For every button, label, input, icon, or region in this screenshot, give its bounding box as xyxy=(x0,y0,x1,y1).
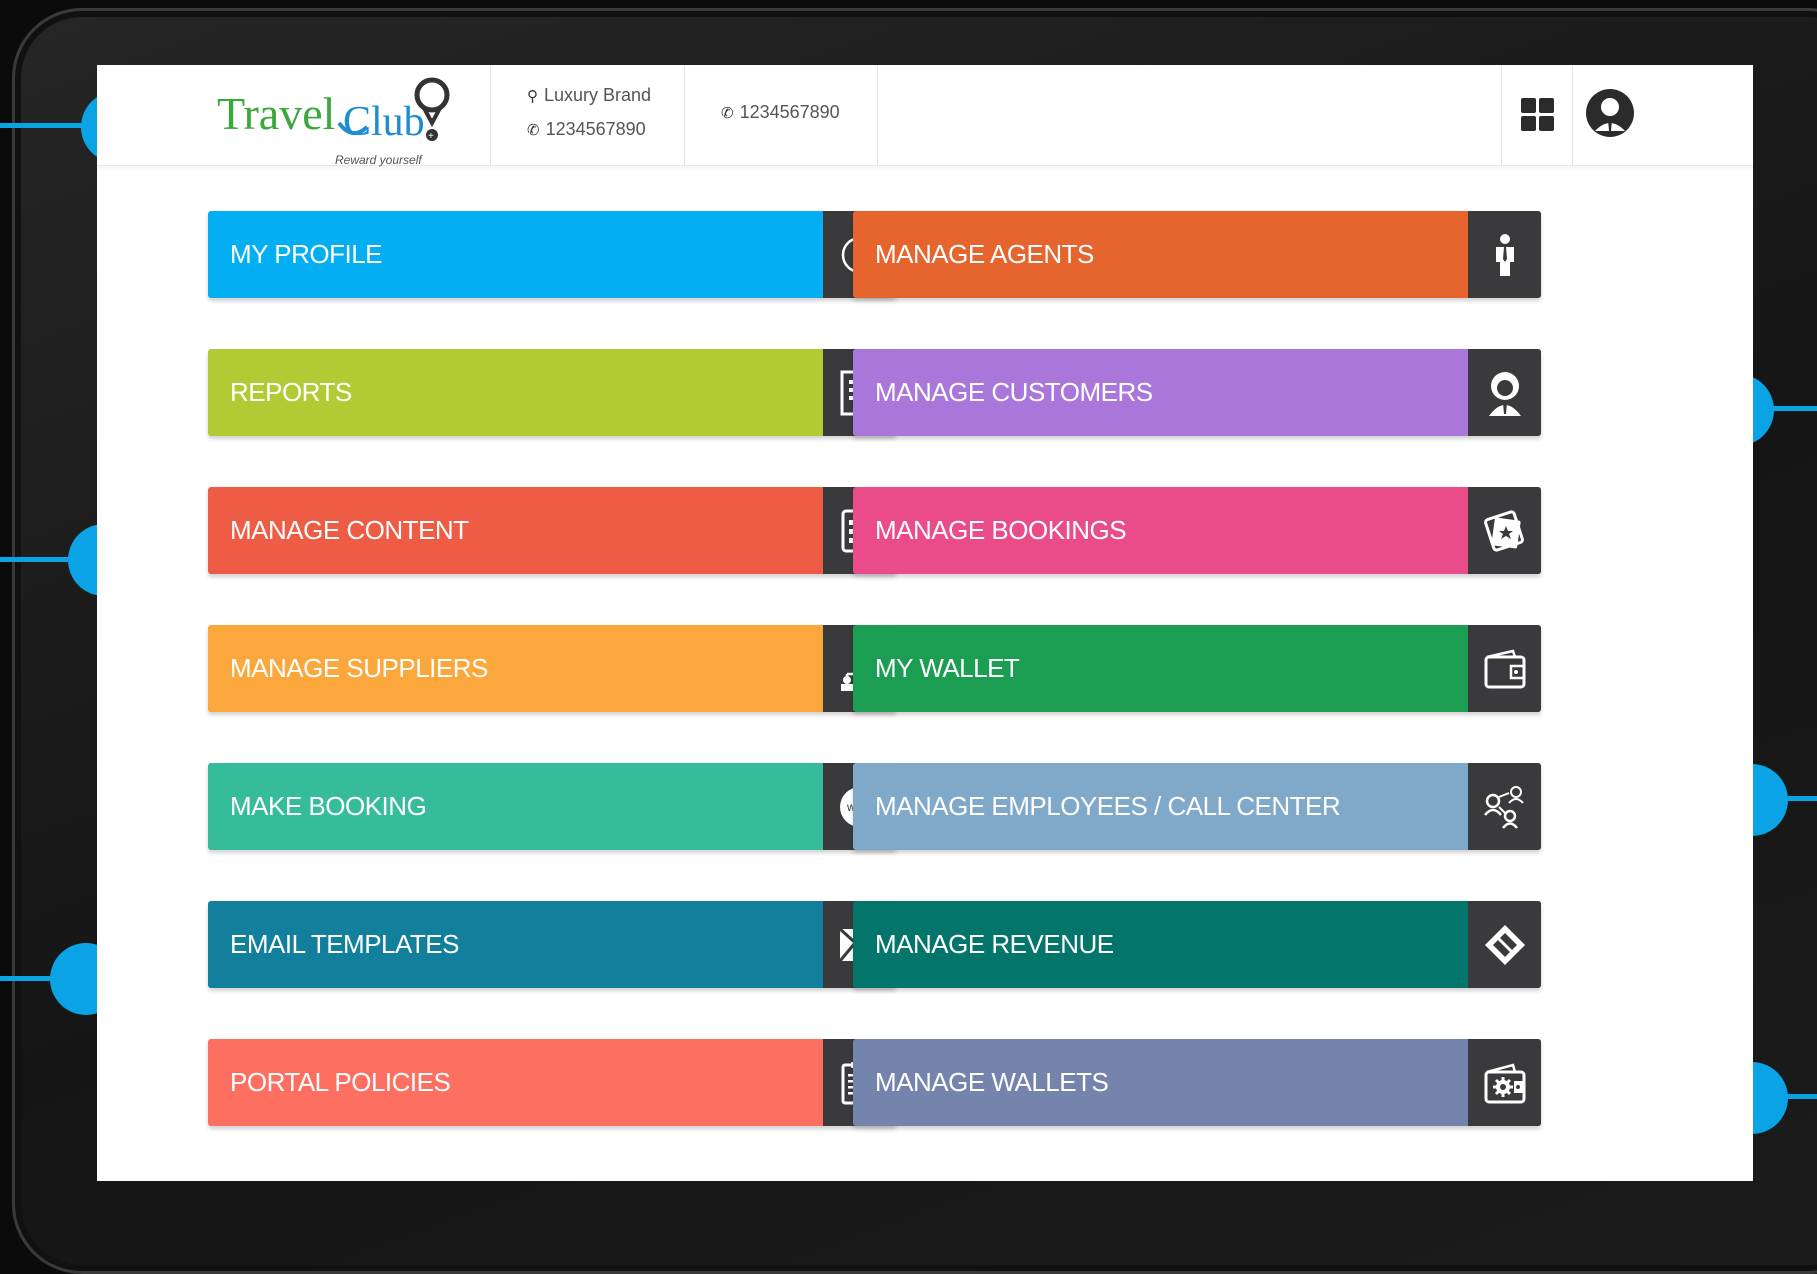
tile-reports[interactable]: REPORTS xyxy=(208,349,896,436)
tile-my-profile[interactable]: MY PROFILE xyxy=(208,211,896,298)
callout-line xyxy=(0,123,90,128)
divider xyxy=(490,65,491,165)
employees-network-icon xyxy=(1468,763,1541,850)
wallet-settings-icon xyxy=(1468,1039,1541,1126)
brand-tagline: Reward yourself xyxy=(335,153,422,167)
tile-label: REPORTS xyxy=(230,377,352,407)
logo-graphic: Travel Club + xyxy=(217,77,450,145)
tile-label: PORTAL POLICIES xyxy=(230,1067,451,1097)
tile-manage-wallets[interactable]: MANAGE WALLETS xyxy=(853,1039,1541,1126)
callout-line xyxy=(0,557,75,562)
grid-menu-icon[interactable] xyxy=(1521,98,1555,137)
support-phone: ✆ 1234567890 xyxy=(721,102,840,122)
tile-label: EMAIL TEMPLATES xyxy=(230,929,459,959)
wallet-icon xyxy=(1468,625,1541,712)
user-avatar-icon[interactable] xyxy=(1585,85,1635,146)
tile-label: MAKE BOOKING xyxy=(230,791,427,821)
tile-label: MY PROFILE xyxy=(230,239,383,269)
svg-text:Club: Club xyxy=(343,99,425,145)
tile-manage-bookings[interactable]: MANAGE BOOKINGS xyxy=(853,487,1541,574)
top-header: Travel Club + Reward yourself ⚲ Luxury Br… xyxy=(97,65,1753,167)
tile-label: MANAGE CUSTOMERS xyxy=(875,377,1153,407)
divider xyxy=(1572,65,1573,165)
divider xyxy=(1501,65,1502,165)
bookings-icon xyxy=(1468,487,1541,574)
ticket-icon xyxy=(1468,901,1541,988)
tile-label: MANAGE WALLETS xyxy=(875,1067,1109,1097)
tile-make-booking[interactable]: MAKE BOOKINGwww xyxy=(208,763,896,850)
app-screen: Travel Club + Reward yourself ⚲ Luxury Br… xyxy=(97,65,1753,1181)
brand-logo[interactable]: Travel Club + Reward yourself xyxy=(217,75,467,167)
tile-email-templates[interactable]: EMAIL TEMPLATES xyxy=(208,901,896,988)
tile-manage-content[interactable]: MANAGE CONTENT xyxy=(208,487,896,574)
tile-manage-employees-call-center[interactable]: MANAGE EMPLOYEES / CALL CENTER xyxy=(853,763,1541,850)
tile-manage-agents[interactable]: MANAGE AGENTS xyxy=(853,211,1541,298)
svg-text:Travel: Travel xyxy=(217,88,335,139)
phone-icon: ✆ xyxy=(527,122,540,139)
tile-my-wallet[interactable]: MY WALLET xyxy=(853,625,1541,712)
tile-label: MANAGE BOOKINGS xyxy=(875,515,1127,545)
tile-label: MY WALLET xyxy=(875,653,1020,683)
svg-text:+: + xyxy=(428,131,434,142)
phone-icon: ✆ xyxy=(721,105,734,122)
map-marker-icon: ⚲ xyxy=(527,88,538,105)
tile-label: MANAGE CONTENT xyxy=(230,515,469,545)
tile-label: MANAGE AGENTS xyxy=(875,239,1094,269)
agent-icon xyxy=(1468,211,1541,298)
tile-label: MANAGE REVENUE xyxy=(875,929,1114,959)
tile-label: MANAGE SUPPLIERS xyxy=(230,653,488,683)
tile-portal-policies[interactable]: PORTAL POLICIES xyxy=(208,1039,896,1126)
customer-icon xyxy=(1468,349,1541,436)
divider xyxy=(877,65,878,165)
divider xyxy=(684,65,685,165)
tile-manage-suppliers[interactable]: MANAGE SUPPLIERS xyxy=(208,625,896,712)
brand-label: ⚲ Luxury Brand xyxy=(527,85,652,105)
tile-label: MANAGE EMPLOYEES / CALL CENTER xyxy=(875,791,1341,821)
brand-phone: ✆ 1234567890 xyxy=(527,119,646,139)
tile-manage-customers[interactable]: MANAGE CUSTOMERS xyxy=(853,349,1541,436)
tile-manage-revenue[interactable]: MANAGE REVENUE xyxy=(853,901,1541,988)
